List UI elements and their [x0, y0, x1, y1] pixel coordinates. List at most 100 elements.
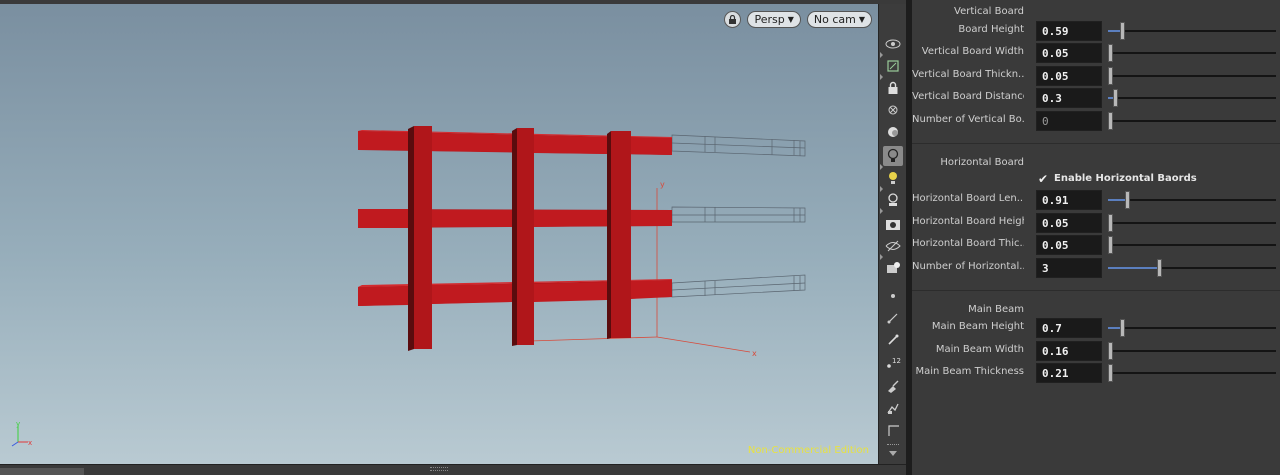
param-slider[interactable] [1108, 89, 1276, 107]
slider-handle[interactable] [1108, 214, 1113, 232]
paint-button[interactable] [883, 330, 903, 350]
param-value-field[interactable]: 0.7 [1036, 318, 1102, 338]
brush-button[interactable] [883, 376, 903, 396]
param-value-field[interactable]: 0.05 [1036, 213, 1102, 233]
lock-icon [729, 14, 737, 24]
expand-arrow-icon[interactable] [880, 164, 883, 170]
slider-handle[interactable] [1108, 44, 1113, 62]
gizmo-x-label: x [28, 439, 32, 447]
param-slider[interactable] [1108, 22, 1276, 40]
slider-handle[interactable] [1108, 342, 1113, 360]
lock-view-button[interactable] [724, 11, 742, 28]
section-title-vertical-board: Vertical Board [954, 6, 1024, 17]
render-icon [886, 220, 900, 230]
param-slider[interactable] [1108, 364, 1276, 382]
param-value-field[interactable]: 0.05 [1036, 43, 1102, 63]
expand-arrow-icon[interactable] [880, 208, 883, 214]
render-button[interactable] [883, 214, 903, 234]
slider-handle[interactable] [1113, 89, 1118, 107]
section-title-main-beam: Main Beam [968, 304, 1024, 315]
number-icon: 12 [887, 357, 901, 368]
param-value-field[interactable]: 0.3 [1036, 88, 1102, 108]
fence-geometry [358, 126, 672, 351]
scene-render: y x [358, 126, 806, 358]
eye-icon [885, 39, 901, 49]
param-value-field[interactable]: 0.16 [1036, 341, 1102, 361]
visibility-icon [885, 240, 901, 252]
param-slider[interactable] [1108, 44, 1276, 62]
watermark: Non-Commercial Edition [747, 445, 869, 456]
param-slider[interactable] [1108, 191, 1276, 209]
section-separator [912, 143, 1280, 144]
snap-button[interactable] [883, 100, 903, 120]
wireframe-ghost [671, 134, 806, 298]
param-value-field[interactable]: 0.91 [1036, 190, 1102, 210]
slider-handle[interactable] [1108, 364, 1113, 382]
param-label: Vertical Board Width [921, 46, 1024, 57]
corner-button[interactable] [883, 420, 903, 440]
selection-button[interactable] [883, 398, 903, 418]
resize-grip[interactable] [430, 467, 448, 471]
param-value-field[interactable]: 3 [1036, 258, 1102, 278]
param-value-field[interactable]: 0.05 [1036, 66, 1102, 86]
param-label: Main Beam Thickness [915, 366, 1024, 377]
slider-handle[interactable] [1120, 319, 1125, 337]
param-value-field[interactable]: 0 [1036, 111, 1102, 131]
param-row: Board Height 0.59 [912, 21, 1280, 41]
param-slider[interactable] [1108, 342, 1276, 360]
viewport-tab[interactable] [0, 468, 84, 475]
slider-handle[interactable] [1125, 191, 1130, 209]
param-row: Main Beam Thickness 0.21 [912, 363, 1280, 383]
param-slider[interactable] [1108, 67, 1276, 85]
perspective-dropdown[interactable]: Persp ▼ [747, 11, 801, 28]
display-options-button[interactable] [883, 56, 903, 76]
slider-handle[interactable] [1108, 112, 1113, 130]
enable-horizontal-boards-toggle[interactable]: ✔ Enable Horizontal Baords [912, 171, 1280, 189]
param-label: Board Height [958, 24, 1024, 35]
param-slider[interactable] [1108, 259, 1276, 277]
expand-arrow-icon[interactable] [880, 186, 883, 192]
chevron-down-icon: ▼ [858, 15, 865, 24]
param-row: Horizontal Board Height 0.05 [912, 213, 1280, 233]
param-slider[interactable] [1108, 214, 1276, 232]
3d-viewport[interactable]: y x Persp ▼ No cam ▼ y x Non-Commercial … [0, 4, 878, 464]
houdini-window: y x Persp ▼ No cam ▼ y x Non-Commercial … [0, 0, 1280, 475]
light-icon [889, 172, 897, 184]
param-value-field[interactable]: 0.05 [1036, 235, 1102, 255]
light-bulb-icon [887, 148, 899, 162]
parameter-panel: Vertical Board Board Height 0.59 Vertical … [912, 0, 1280, 475]
param-row: Vertical Board Width 0.05 [912, 43, 1280, 63]
param-label: Vertical Board Thickn... [912, 69, 1024, 80]
number-display-button[interactable]: 12 [883, 352, 903, 372]
display-toggle-button[interactable] [883, 34, 903, 54]
camera-button[interactable] [883, 190, 903, 210]
brush-icon [888, 380, 899, 393]
headlight-button[interactable] [883, 146, 903, 166]
camera-dropdown[interactable]: No cam ▼ [806, 11, 872, 28]
lock-camera-button[interactable] [883, 78, 903, 98]
slider-handle[interactable] [1108, 236, 1113, 254]
point-display-button[interactable] [883, 286, 903, 306]
toolbar-overflow[interactable] [887, 444, 899, 446]
visibility-button[interactable] [883, 236, 903, 256]
light-button[interactable] [883, 168, 903, 188]
normal-display-button[interactable] [883, 308, 903, 328]
handle-button[interactable] [883, 258, 903, 278]
slider-handle[interactable] [1120, 22, 1125, 40]
param-slider[interactable] [1108, 112, 1276, 130]
param-value-field[interactable]: 0.59 [1036, 21, 1102, 41]
slider-handle[interactable] [1157, 259, 1162, 277]
expand-arrow-icon[interactable] [880, 52, 883, 58]
param-slider[interactable] [1108, 319, 1276, 337]
ghost-button[interactable] [883, 122, 903, 142]
section-title-horizontal-board: Horizontal Board [940, 157, 1024, 168]
slider-handle[interactable] [1108, 67, 1113, 85]
expand-arrow-icon[interactable] [880, 74, 883, 80]
param-slider[interactable] [1108, 236, 1276, 254]
expand-arrow-icon[interactable] [880, 254, 883, 260]
chevron-down-icon[interactable] [889, 451, 897, 456]
slider-fill [1108, 30, 1120, 32]
handle-icon [887, 262, 900, 273]
param-value-field[interactable]: 0.21 [1036, 363, 1102, 383]
param-row: Main Beam Width 0.16 [912, 341, 1280, 361]
